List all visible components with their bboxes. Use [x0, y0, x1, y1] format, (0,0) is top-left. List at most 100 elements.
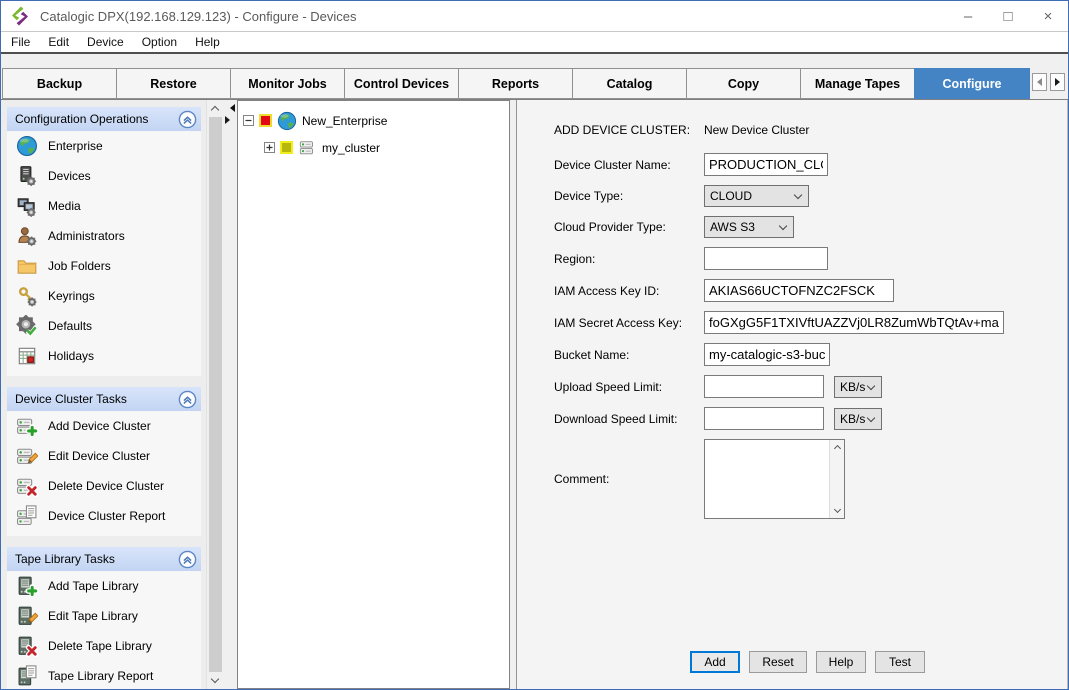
sidebar-item-job-folders[interactable]: Job Folders — [7, 251, 201, 281]
iam-access-key-id-input[interactable] — [704, 279, 894, 302]
collapse-section-icon[interactable] — [178, 110, 197, 129]
sidebar-item-edit-tape-library[interactable]: Edit Tape Library — [7, 601, 201, 631]
close-button[interactable]: × — [1028, 1, 1068, 31]
device-tree-panel: New_Enterprise my_cluster — [237, 100, 510, 689]
media-icon — [16, 195, 38, 217]
section-tape-library-tasks: Tape Library Tasks Add Tape LibraryEdit T… — [7, 547, 201, 689]
reset-button[interactable]: Reset — [749, 651, 807, 673]
tab-scroll-right-icon[interactable] — [1050, 73, 1065, 91]
maximize-button[interactable]: □ — [988, 1, 1028, 31]
tab-restore[interactable]: Restore — [116, 68, 231, 99]
region-input[interactable] — [704, 247, 828, 270]
form-row-device-type: Device Type:CLOUD — [554, 185, 1067, 207]
menu-help[interactable]: Help — [186, 35, 229, 49]
sidebar-item-label: Add Device Cluster — [48, 419, 151, 433]
upload-speed-limit-label: Upload Speed Limit: — [554, 380, 704, 394]
cloud-provider-type-select[interactable]: AWS S3 — [704, 216, 794, 238]
device-type-select[interactable]: CLOUD — [704, 185, 809, 207]
help-button[interactable]: Help — [816, 651, 866, 673]
menu-file[interactable]: File — [2, 35, 39, 49]
section-header-tape-library-tasks: Tape Library Tasks — [7, 547, 201, 571]
menu-device[interactable]: Device — [78, 35, 133, 49]
splitter-collapse-left-icon[interactable] — [230, 104, 235, 112]
sidebar-item-delete-device-cluster[interactable]: Delete Device Cluster — [7, 471, 201, 501]
tree-node-label: New_Enterprise — [302, 114, 387, 128]
tab-backup[interactable]: Backup — [2, 68, 117, 99]
sidebar-item-device-cluster-report[interactable]: Device Cluster Report — [7, 501, 201, 531]
form-title-row: ADD DEVICE CLUSTER:New Device Cluster — [554, 121, 1067, 139]
section-title: Tape Library Tasks — [15, 552, 178, 566]
tape-library-report-icon — [16, 665, 38, 687]
tree-expander-minus-icon[interactable] — [243, 115, 254, 126]
test-button[interactable]: Test — [875, 651, 925, 673]
form-row-download-speed-limit: Download Speed Limit:KB/s — [554, 407, 1067, 430]
sidebar-item-defaults[interactable]: Defaults — [7, 311, 201, 341]
tab-monitor-jobs[interactable]: Monitor Jobs — [230, 68, 345, 99]
collapse-section-icon[interactable] — [178, 390, 197, 409]
device-cluster-name-input[interactable] — [704, 153, 828, 176]
scroll-up-icon[interactable] — [207, 100, 223, 117]
device-type-label: Device Type: — [554, 189, 704, 203]
iam-secret-access-key-label: IAM Secret Access Key: — [554, 316, 704, 330]
titlebar: Catalogic DPX(192.168.129.123) - Configu… — [1, 1, 1068, 32]
menu-edit[interactable]: Edit — [39, 35, 78, 49]
sidebar-item-edit-device-cluster[interactable]: Edit Device Cluster — [7, 441, 201, 471]
splitter-expand-right-icon[interactable] — [225, 116, 230, 124]
minimize-button[interactable]: – — [948, 1, 988, 31]
tab-configure[interactable]: Configure — [914, 68, 1030, 99]
menu-option[interactable]: Option — [133, 35, 186, 49]
tab-manage-tapes[interactable]: Manage Tapes — [800, 68, 915, 99]
tree-expander-plus-icon[interactable] — [264, 142, 275, 153]
form-title-value: New Device Cluster — [704, 123, 809, 137]
section-configuration-operations: Configuration OperationsEnterpriseDevice… — [7, 107, 201, 376]
download-speed-limit-unit-select[interactable]: KB/s — [834, 408, 882, 430]
sidebar-item-delete-tape-library[interactable]: Delete Tape Library — [7, 631, 201, 661]
collapse-section-icon[interactable] — [178, 550, 197, 569]
bucket-name-input[interactable] — [704, 343, 830, 366]
iam-secret-access-key-input[interactable] — [704, 311, 1004, 334]
defaults-icon — [16, 315, 38, 337]
textarea-scrollbar[interactable] — [829, 440, 844, 518]
sidebar-item-enterprise[interactable]: Enterprise — [7, 131, 201, 161]
tree-node-my-cluster[interactable]: my_cluster — [243, 134, 509, 161]
sidebar-item-label: Job Folders — [48, 259, 111, 273]
sidebar-splitter[interactable] — [223, 100, 237, 689]
sidebar-item-label: Media — [48, 199, 81, 213]
tab-control-devices[interactable]: Control Devices — [344, 68, 459, 99]
tree-node-new-enterprise[interactable]: New_Enterprise — [243, 107, 509, 134]
scroll-up-icon[interactable] — [833, 445, 840, 452]
form-row-cloud-provider-type: Cloud Provider Type:AWS S3 — [554, 216, 1067, 238]
tab-copy[interactable]: Copy — [686, 68, 801, 99]
unit-select-value: KB/s — [840, 380, 865, 394]
sidebar-item-add-tape-library[interactable]: Add Tape Library — [7, 571, 201, 601]
sidebar-item-media[interactable]: Media — [7, 191, 201, 221]
tab-reports[interactable]: Reports — [458, 68, 573, 99]
section-title: Device Cluster Tasks — [15, 392, 178, 406]
sidebar-item-holidays[interactable]: Holidays — [7, 341, 201, 371]
delete-device-cluster-icon — [16, 475, 38, 497]
tab-scroll-left-icon[interactable] — [1032, 73, 1047, 91]
edit-device-cluster-icon — [16, 445, 38, 467]
sidebar-item-label: Defaults — [48, 319, 92, 333]
upload-speed-limit-unit-select[interactable]: KB/s — [834, 376, 882, 398]
add-button[interactable]: Add — [690, 651, 740, 673]
cluster-node-icon — [298, 138, 317, 157]
scroll-down-icon[interactable] — [207, 672, 223, 689]
sidebar-item-administrators[interactable]: Administrators — [7, 221, 201, 251]
iam-access-key-id-label: IAM Access Key ID: — [554, 284, 704, 298]
sidebar-item-tape-library-report[interactable]: Tape Library Report — [7, 661, 201, 689]
sidebar-item-devices[interactable]: Devices — [7, 161, 201, 191]
sidebar-scrollbar[interactable] — [206, 100, 223, 689]
comment-textarea[interactable] — [704, 439, 845, 519]
main-area: Configuration OperationsEnterpriseDevice… — [1, 100, 1068, 689]
download-speed-limit-input[interactable] — [704, 407, 824, 430]
tree-node-label: my_cluster — [322, 141, 380, 155]
upload-speed-limit-input[interactable] — [704, 375, 824, 398]
scrollbar-thumb[interactable] — [209, 117, 222, 672]
sidebar-item-add-device-cluster[interactable]: Add Device Cluster — [7, 411, 201, 441]
scroll-down-icon[interactable] — [833, 506, 840, 513]
sidebar-item-label: Devices — [48, 169, 91, 183]
tab-catalog[interactable]: Catalog — [572, 68, 687, 99]
enterprise-globe-icon — [277, 111, 297, 131]
sidebar-item-keyrings[interactable]: Keyrings — [7, 281, 201, 311]
